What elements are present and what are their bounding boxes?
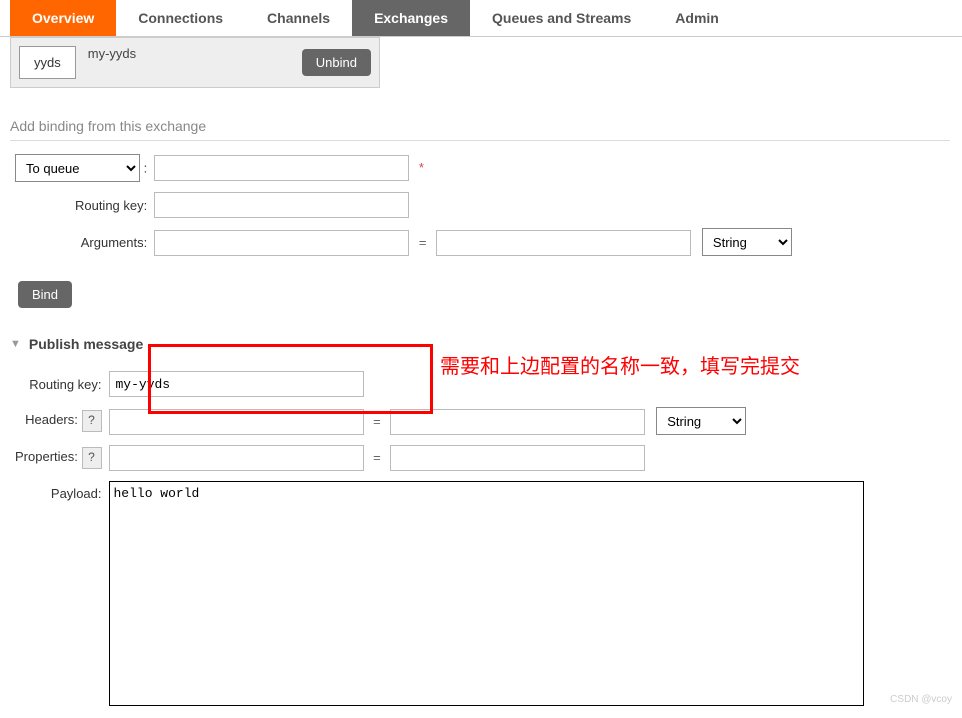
routing-key-input[interactable] bbox=[154, 192, 409, 218]
tab-exchanges[interactable]: Exchanges bbox=[352, 0, 470, 36]
equals-sign-2: = bbox=[367, 414, 387, 429]
payload-label: Payload: bbox=[14, 480, 104, 710]
property-key-input[interactable] bbox=[109, 445, 364, 471]
publish-routing-key-input[interactable] bbox=[109, 371, 364, 397]
argument-type-select[interactable]: String bbox=[702, 228, 792, 256]
headers-label: Headers: bbox=[25, 412, 78, 427]
headers-help-button[interactable]: ? bbox=[82, 410, 102, 432]
routing-key-label: Routing key: bbox=[14, 191, 149, 219]
argument-key-input[interactable] bbox=[154, 230, 409, 256]
watermark: CSDN @vcoy bbox=[890, 694, 952, 705]
destination-type-select[interactable]: To queue bbox=[15, 154, 140, 182]
header-type-select[interactable]: String bbox=[656, 407, 746, 435]
arguments-label: Arguments: bbox=[14, 227, 149, 257]
binding-row: yyds my-yyds Unbind bbox=[10, 37, 380, 88]
argument-value-input[interactable] bbox=[436, 230, 691, 256]
annotation-text: 需要和上边配置的名称一致，填写完提交 bbox=[440, 350, 800, 379]
publish-title: Publish message bbox=[29, 336, 143, 352]
header-key-input[interactable] bbox=[109, 409, 364, 435]
header-value-input[interactable] bbox=[390, 409, 645, 435]
destination-name-input[interactable] bbox=[154, 155, 409, 181]
tab-overview[interactable]: Overview bbox=[10, 0, 116, 36]
add-binding-title: Add binding from this exchange bbox=[10, 118, 950, 141]
tab-admin[interactable]: Admin bbox=[653, 0, 741, 36]
binding-destination: my-yyds bbox=[84, 38, 294, 61]
tab-channels[interactable]: Channels bbox=[245, 0, 352, 36]
binding-key: yyds bbox=[19, 46, 76, 79]
unbind-button[interactable]: Unbind bbox=[302, 49, 371, 76]
payload-textarea[interactable] bbox=[109, 481, 864, 706]
bind-button[interactable]: Bind bbox=[18, 281, 72, 308]
equals-sign-3: = bbox=[367, 450, 387, 465]
publish-routing-key-label: Routing key: bbox=[14, 370, 104, 398]
publish-form: Routing key: Headers: ? = String P bbox=[10, 362, 869, 718]
tab-queues[interactable]: Queues and Streams bbox=[470, 0, 653, 36]
properties-label: Properties: bbox=[15, 449, 78, 464]
required-asterisk: * bbox=[419, 160, 424, 175]
chevron-down-icon: ▼ bbox=[10, 338, 21, 350]
main-tabs: Overview Connections Channels Exchanges … bbox=[0, 0, 962, 37]
property-value-input[interactable] bbox=[390, 445, 645, 471]
add-binding-form: To queue : * Routing key: Arguments: = S… bbox=[10, 145, 797, 265]
properties-help-button[interactable]: ? bbox=[82, 447, 102, 469]
equals-sign: = bbox=[413, 235, 433, 250]
tab-connections[interactable]: Connections bbox=[116, 0, 245, 36]
